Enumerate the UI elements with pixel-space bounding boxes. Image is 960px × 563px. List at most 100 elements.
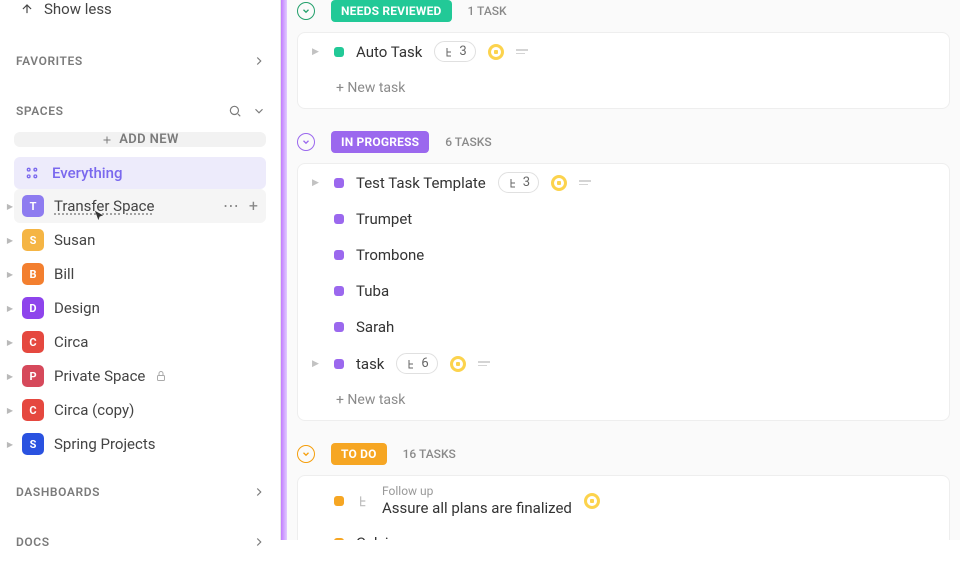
priority-tag[interactable] bbox=[488, 44, 504, 60]
space-name: Circa bbox=[54, 333, 88, 351]
task-row[interactable]: ▶ Auto Task 3 bbox=[298, 33, 949, 70]
task-name: task bbox=[356, 355, 384, 373]
expand-icon[interactable]: ▶ bbox=[6, 304, 14, 312]
add-new-button[interactable]: ADD NEW bbox=[14, 132, 266, 147]
subtask-count[interactable]: 3 bbox=[498, 172, 539, 193]
docs-header[interactable]: DOCS bbox=[0, 521, 280, 563]
expand-icon[interactable]: ▶ bbox=[6, 270, 14, 278]
search-icon[interactable] bbox=[228, 104, 242, 118]
dashboards-label: DASHBOARDS bbox=[16, 485, 100, 499]
status-pill[interactable]: NEEDS REVIEWED bbox=[331, 0, 452, 22]
sidebar-item-space[interactable]: ▶ D Design bbox=[14, 291, 266, 325]
task-count: 6 TASKS bbox=[445, 135, 491, 149]
priority-tag[interactable] bbox=[551, 175, 567, 191]
sidebar-item-space[interactable]: ▶ S Spring Projects bbox=[14, 427, 266, 461]
priority-tag[interactable] bbox=[450, 356, 466, 372]
task-row[interactable]: Follow upAssure all plans are finalized bbox=[298, 476, 949, 525]
space-name: Private Space bbox=[54, 367, 145, 385]
task-row[interactable]: Tuba bbox=[298, 273, 949, 309]
subtask-count[interactable]: 3 bbox=[434, 41, 475, 62]
status-dot[interactable] bbox=[334, 47, 344, 57]
new-task-button[interactable]: + New task bbox=[298, 382, 949, 420]
expand-icon[interactable]: ▶ bbox=[6, 440, 14, 448]
add-new-label: ADD NEW bbox=[119, 132, 179, 147]
status-pill[interactable]: IN PROGRESS bbox=[331, 131, 429, 153]
space-badge: S bbox=[22, 229, 44, 251]
status-dot[interactable] bbox=[334, 496, 344, 506]
space-badge: C bbox=[22, 399, 44, 421]
space-name: Everything bbox=[52, 164, 122, 182]
docs-label: DOCS bbox=[16, 535, 50, 549]
task-name: Tuba bbox=[356, 282, 389, 300]
task-name: Test Task Template bbox=[356, 174, 486, 192]
space-badge: C bbox=[22, 331, 44, 353]
plus-icon[interactable]: + bbox=[249, 198, 258, 214]
favorites-header[interactable]: FAVORITES bbox=[0, 40, 280, 82]
task-name: Auto Task bbox=[356, 43, 422, 61]
expand-icon[interactable]: ▶ bbox=[6, 372, 14, 380]
accent-bar bbox=[281, 0, 287, 540]
priority-tag[interactable] bbox=[584, 493, 600, 509]
spaces-header: SPACES bbox=[0, 90, 280, 132]
status-dot[interactable] bbox=[334, 214, 344, 224]
favorites-label: FAVORITES bbox=[16, 54, 83, 68]
collapse-button[interactable] bbox=[297, 445, 315, 463]
lock-icon bbox=[155, 370, 167, 382]
expand-icon[interactable]: ▶ bbox=[6, 338, 14, 346]
space-name: Spring Projects bbox=[54, 435, 155, 453]
sidebar-item-space[interactable]: ▶ C Circa (copy) bbox=[14, 393, 266, 427]
space-list: Everything ▶ T Transfer Space ⋯+ ▶ S Sus… bbox=[0, 157, 280, 461]
status-dot[interactable] bbox=[334, 322, 344, 332]
task-name: Trumpet bbox=[356, 210, 412, 228]
status-dot[interactable] bbox=[334, 359, 344, 369]
expand-triangle-icon[interactable]: ▶ bbox=[312, 47, 322, 57]
status-header: TO DO 16 TASKS bbox=[297, 443, 950, 475]
expand-triangle-icon[interactable]: ▶ bbox=[312, 178, 322, 188]
task-row[interactable]: ▶ Test Task Template 3 bbox=[298, 164, 949, 201]
description-icon bbox=[516, 49, 528, 54]
status-dot[interactable] bbox=[334, 178, 344, 188]
sidebar-item-everything[interactable]: Everything bbox=[14, 157, 266, 189]
task-row[interactable]: Trumpet bbox=[298, 201, 949, 237]
spaces-label: SPACES bbox=[16, 104, 64, 118]
status-dot[interactable] bbox=[334, 250, 344, 260]
task-name: Trombone bbox=[356, 246, 424, 264]
sidebar-item-space[interactable]: ▶ S Susan bbox=[14, 223, 266, 257]
chevron-down-icon[interactable] bbox=[252, 104, 266, 118]
dashboards-header[interactable]: DASHBOARDS bbox=[0, 471, 280, 513]
description-icon bbox=[579, 180, 591, 185]
status-group: NEEDS REVIEWED 1 TASK ▶ Auto Task 3 + Ne… bbox=[297, 0, 950, 109]
expand-icon[interactable]: ▶ bbox=[6, 406, 14, 414]
expand-icon[interactable]: ▶ bbox=[6, 202, 14, 210]
sidebar-item-space[interactable]: ▶ P Private Space bbox=[14, 359, 266, 393]
subtask-icon bbox=[356, 494, 370, 508]
task-row[interactable]: Calvin bbox=[298, 525, 949, 540]
task-row[interactable]: Trombone bbox=[298, 237, 949, 273]
everything-icon bbox=[22, 163, 42, 183]
task-row[interactable]: ▶ task 6 bbox=[298, 345, 949, 382]
sidebar-item-space[interactable]: ▶ T Transfer Space ⋯+ bbox=[14, 189, 266, 223]
expand-icon[interactable]: ▶ bbox=[6, 236, 14, 244]
space-badge: S bbox=[22, 433, 44, 455]
collapse-button[interactable] bbox=[297, 2, 315, 20]
collapse-button[interactable] bbox=[297, 133, 315, 151]
space-badge: P bbox=[22, 365, 44, 387]
task-row[interactable]: Sarah bbox=[298, 309, 949, 345]
sidebar-item-space[interactable]: ▶ C Circa bbox=[14, 325, 266, 359]
more-icon[interactable]: ⋯ bbox=[223, 198, 239, 214]
space-badge: T bbox=[22, 195, 44, 217]
space-name: Design bbox=[54, 299, 100, 317]
status-pill[interactable]: TO DO bbox=[331, 443, 387, 465]
sidebar-item-space[interactable]: ▶ B Bill bbox=[14, 257, 266, 291]
expand-triangle-icon[interactable]: ▶ bbox=[312, 359, 322, 369]
subtask-count[interactable]: 6 bbox=[396, 353, 437, 374]
chevron-right-icon bbox=[252, 54, 266, 68]
new-task-button[interactable]: + New task bbox=[298, 70, 949, 108]
main-content: NEEDS REVIEWED 1 TASK ▶ Auto Task 3 + Ne… bbox=[281, 0, 960, 540]
status-header: IN PROGRESS 6 TASKS bbox=[297, 131, 950, 163]
space-name: Bill bbox=[54, 265, 74, 283]
task-name: Sarah bbox=[356, 318, 394, 336]
show-less-button[interactable]: Show less bbox=[0, 0, 280, 32]
status-dot[interactable] bbox=[334, 286, 344, 296]
arrow-up-icon bbox=[20, 2, 34, 16]
